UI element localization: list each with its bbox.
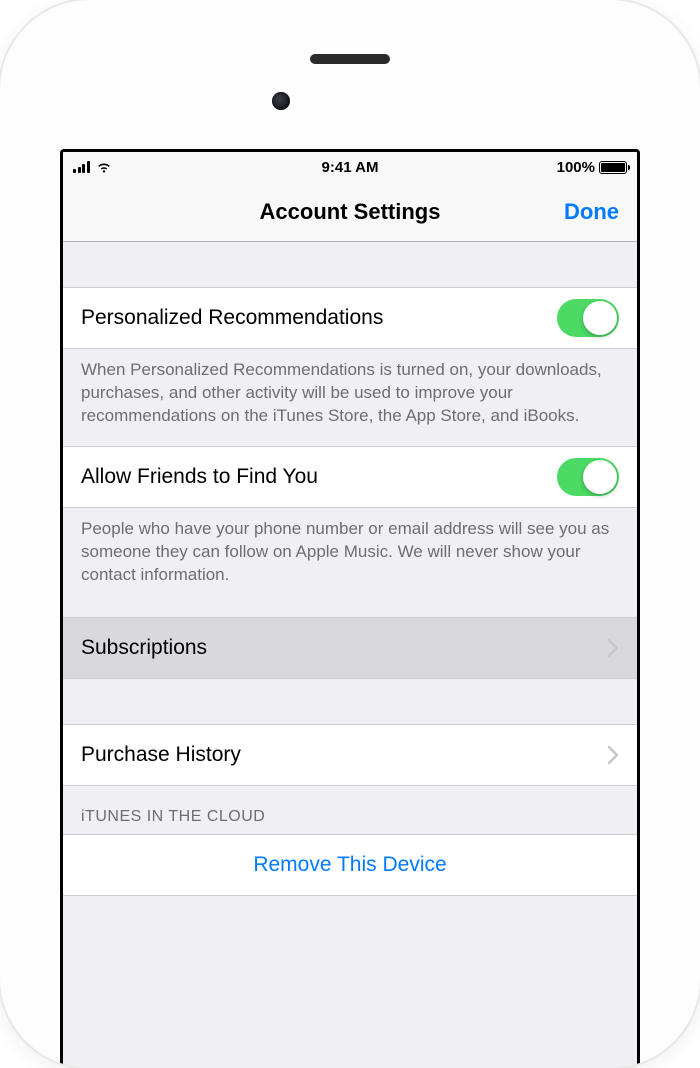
wifi-icon xyxy=(95,160,113,174)
allow-friends-footer: People who have your phone number or ema… xyxy=(63,508,637,605)
row-label: Allow Friends to Find You xyxy=(81,465,557,489)
row-allow-friends: Allow Friends to Find You xyxy=(63,446,637,508)
phone-screen: 9:41 AM 100% Account Settings Done Per xyxy=(60,149,640,1068)
allow-friends-toggle[interactable] xyxy=(557,458,619,496)
status-time: 9:41 AM xyxy=(322,159,379,176)
battery-icon xyxy=(599,161,627,174)
row-label: Subscriptions xyxy=(81,636,607,660)
device-frame: 9:41 AM 100% Account Settings Done Per xyxy=(0,0,700,1068)
page-title: Account Settings xyxy=(260,199,441,225)
row-remove-this-device[interactable]: Remove This Device xyxy=(63,834,637,896)
remove-device-label: Remove This Device xyxy=(253,853,446,877)
chevron-right-icon xyxy=(607,745,619,765)
row-label: Personalized Recommendations xyxy=(81,306,557,330)
device-bezel: 9:41 AM 100% Account Settings Done Per xyxy=(14,14,686,1068)
settings-content: Personalized Recommendations When Person… xyxy=(63,242,637,1068)
section-header-itunes-cloud: iTUNES IN THE CLOUD xyxy=(63,786,637,834)
row-purchase-history[interactable]: Purchase History xyxy=(63,724,637,786)
status-right: 100% xyxy=(557,159,627,176)
row-subscriptions[interactable]: Subscriptions xyxy=(63,617,637,679)
personalized-recommendations-toggle[interactable] xyxy=(557,299,619,337)
done-button[interactable]: Done xyxy=(564,199,619,225)
front-camera xyxy=(272,92,290,110)
battery-percent-label: 100% xyxy=(557,159,595,176)
row-personalized-recommendations: Personalized Recommendations xyxy=(63,287,637,349)
status-left xyxy=(73,160,113,174)
cell-signal-icon xyxy=(73,161,90,173)
status-bar: 9:41 AM 100% xyxy=(63,152,637,182)
personalized-recommendations-footer: When Personalized Recommendations is tur… xyxy=(63,349,637,446)
chevron-right-icon xyxy=(607,638,619,658)
row-label: Purchase History xyxy=(81,743,607,767)
nav-bar: Account Settings Done xyxy=(63,182,637,242)
speaker-grille xyxy=(310,54,390,64)
